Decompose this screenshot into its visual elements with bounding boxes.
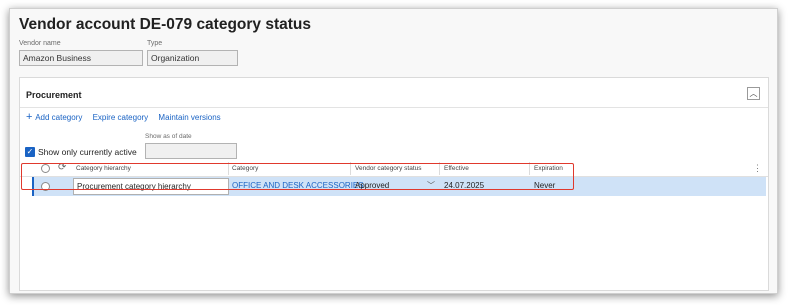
plus-icon: + (26, 111, 33, 123)
page-title: Vendor account DE-079 category status (19, 16, 312, 33)
maintain-versions-button[interactable]: Maintain versions (158, 113, 220, 122)
type-label: Type (147, 40, 163, 47)
vendor-name-field[interactable]: Amazon Business (19, 50, 143, 66)
collapse-section-button[interactable]: ︿ (747, 87, 760, 100)
type-field[interactable]: Organization (147, 50, 238, 66)
more-options-icon[interactable]: ⋮ (753, 163, 762, 174)
procurement-section-title: Procurement (26, 90, 82, 100)
form-window: Vendor account DE-079 category status Ve… (9, 8, 778, 294)
action-toolbar: + Add category Expire category Maintain … (26, 111, 221, 123)
expire-category-button[interactable]: Expire category (93, 113, 149, 122)
show-as-of-date-input[interactable] (145, 143, 237, 159)
show-only-active-label: Show only currently active (38, 147, 137, 157)
vendor-name-label: Vendor name (19, 40, 61, 47)
add-category-label: Add category (35, 113, 83, 122)
section-divider (20, 107, 768, 108)
highlight-annotation (21, 163, 574, 190)
add-category-button[interactable]: + Add category (26, 111, 83, 123)
checkmark-icon: ✓ (26, 147, 34, 156)
show-only-active-checkbox[interactable]: ✓ (25, 147, 35, 157)
chevron-up-icon: ︿ (749, 89, 758, 98)
show-as-of-date-label: Show as of date (145, 133, 192, 140)
